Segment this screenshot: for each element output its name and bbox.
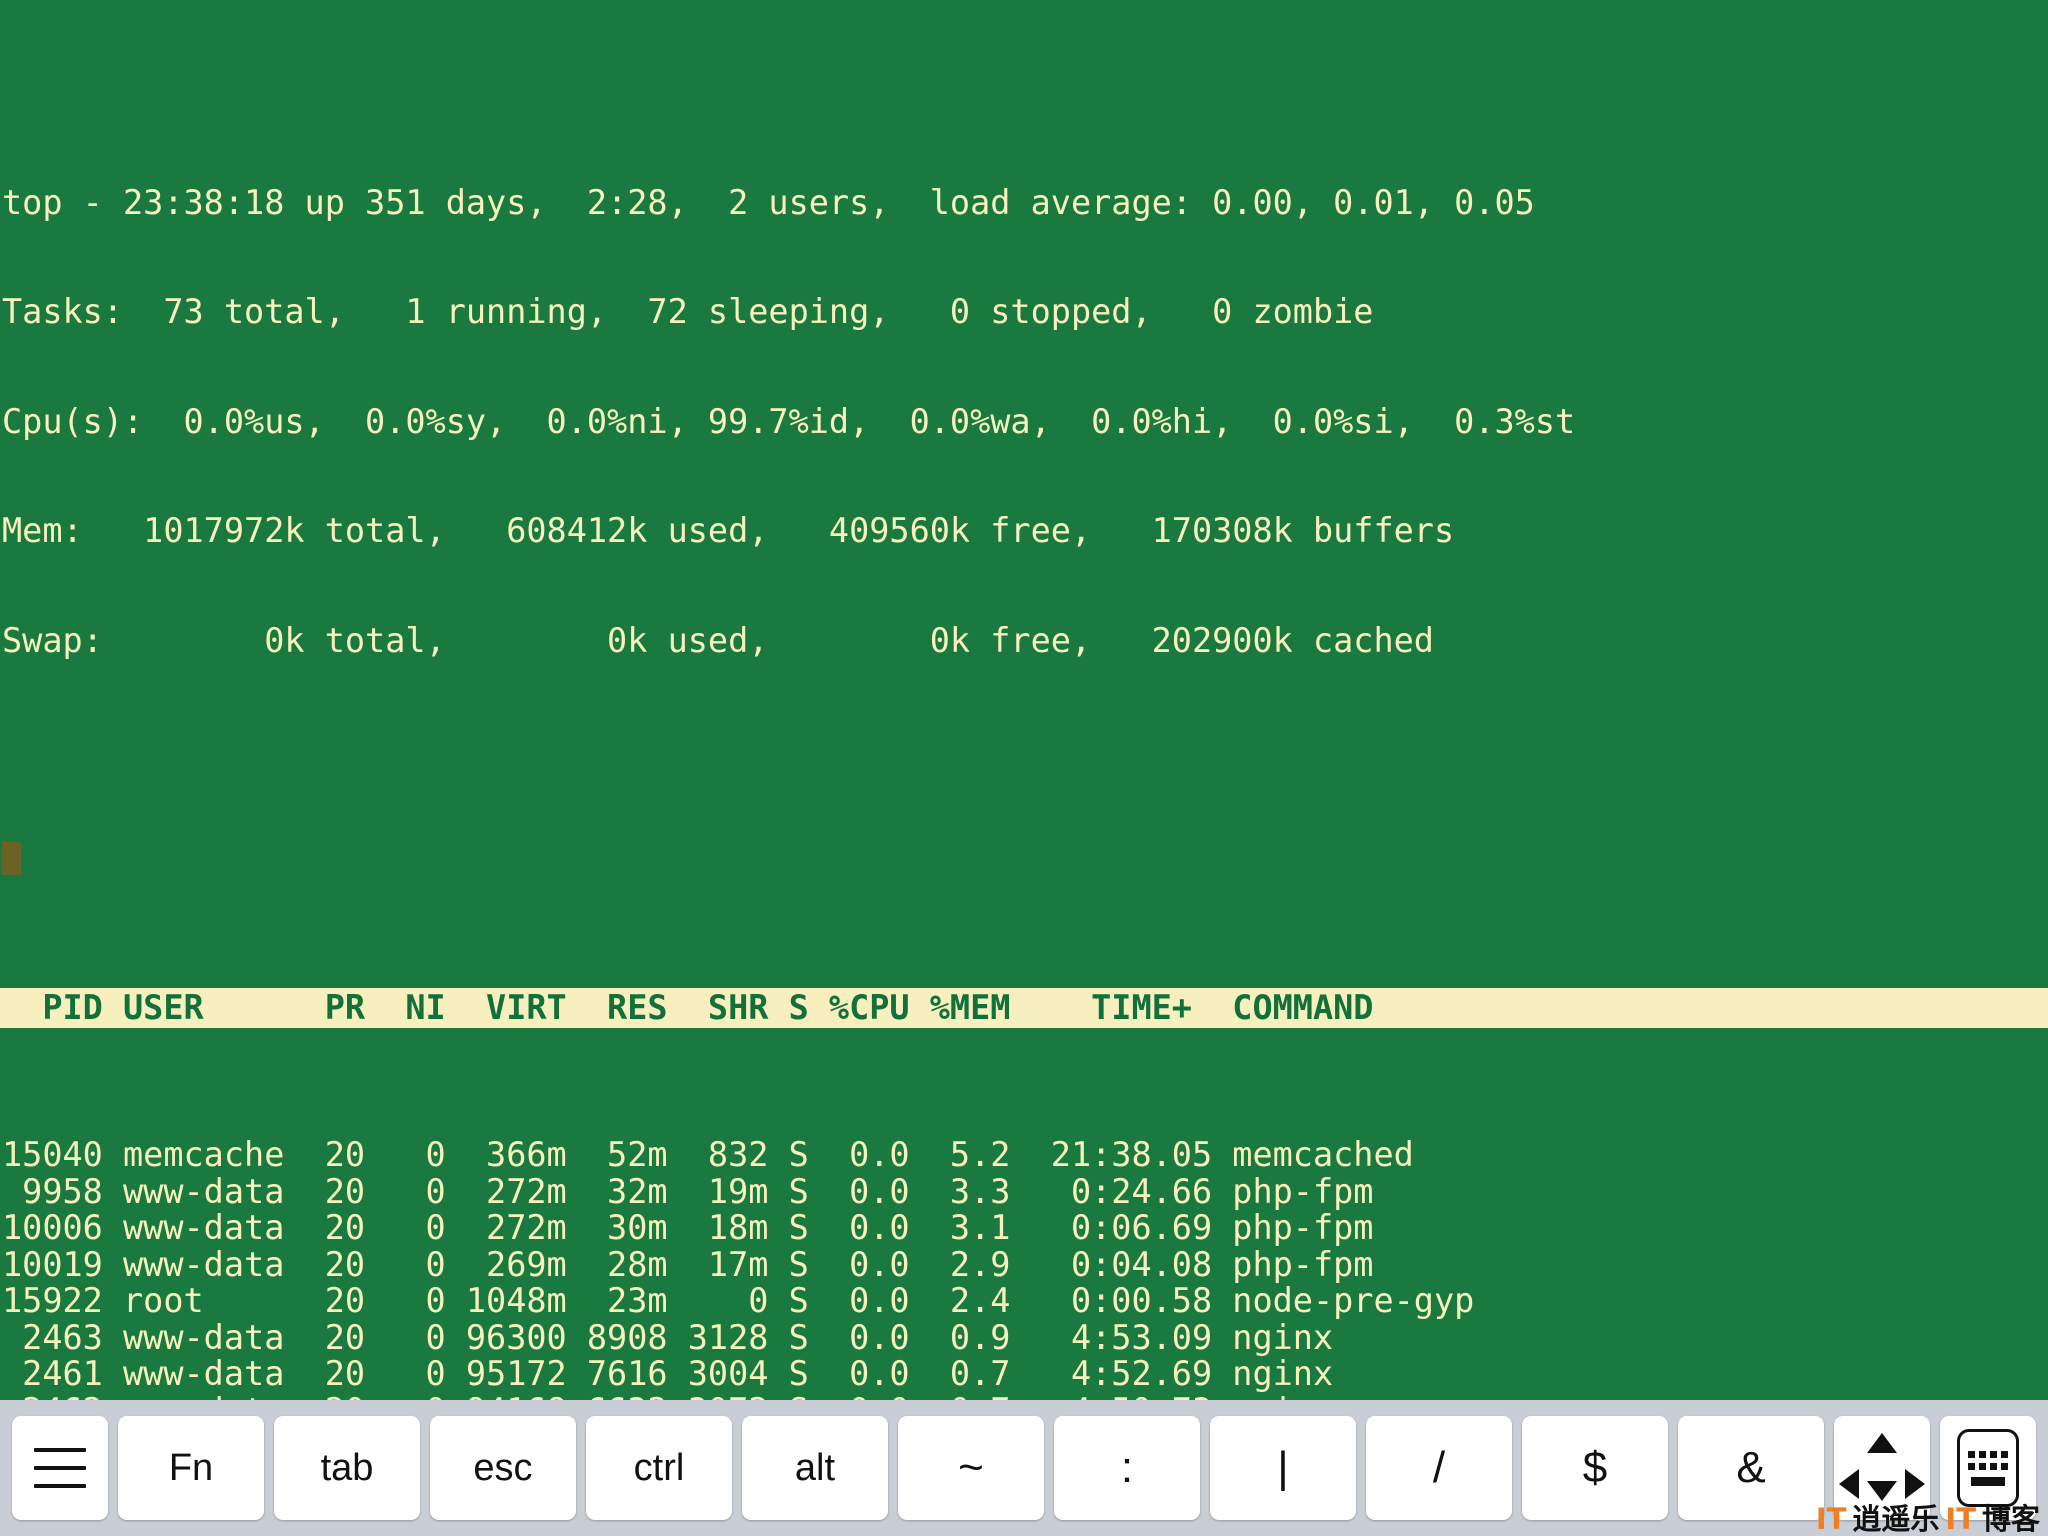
top-swap-line: Swap: 0k total, 0k used, 0k free, 202900… <box>2 620 1434 660</box>
tab-key[interactable]: tab <box>274 1416 420 1520</box>
colon-key-label: : <box>1120 1443 1134 1492</box>
tilde-key[interactable]: ~ <box>898 1416 1044 1520</box>
process-row[interactable]: 10019 www-data 20 0 269m 28m 17m S 0.0 2… <box>0 1246 2048 1284</box>
screen-root: top - 23:38:18 up 351 days, 2:28, 2 user… <box>0 0 2048 1536</box>
slash-key[interactable]: / <box>1366 1416 1512 1520</box>
hamburger-icon <box>34 1448 86 1488</box>
process-table-header[interactable]: PID USER PR NI VIRT RES SHR S %CPU %MEM … <box>0 987 2048 1028</box>
process-row[interactable]: 10006 www-data 20 0 272m 30m 18m S 0.0 3… <box>0 1209 2048 1247</box>
esc-key[interactable]: esc <box>430 1416 576 1520</box>
process-row[interactable]: 15922 root 20 0 1048m 23m 0 S 0.0 2.4 0:… <box>0 1282 2048 1320</box>
keyboard-icon <box>1957 1429 2019 1507</box>
arrow-left-icon[interactable] <box>1839 1469 1859 1499</box>
process-row[interactable]: 2461 www-data 20 0 95172 7616 3004 S 0.0… <box>0 1355 2048 1393</box>
menu-button[interactable] <box>12 1416 108 1520</box>
pipe-key-label: | <box>1277 1443 1289 1492</box>
accessory-keyboard-bar: Fn tab esc ctrl alt ~ : | / $ & IT 逍遥乐 I… <box>0 1400 2048 1536</box>
dollar-key[interactable]: $ <box>1522 1416 1668 1520</box>
process-row[interactable]: 15040 memcache 20 0 366m 52m 832 S 0.0 5… <box>0 1136 2048 1174</box>
terminal-cursor-line <box>0 841 2048 879</box>
arrow-right-icon[interactable] <box>1905 1469 1925 1499</box>
ctrl-key-label: ctrl <box>633 1446 685 1489</box>
toggle-keyboard-button[interactable] <box>1940 1416 2036 1520</box>
colon-key[interactable]: : <box>1054 1416 1200 1520</box>
tilde-key-label: ~ <box>958 1443 984 1492</box>
arrow-keys-button[interactable] <box>1834 1416 1930 1520</box>
top-summary-block: top - 23:38:18 up 351 days, 2:28, 2 user… <box>0 112 2048 733</box>
dollar-key-label: $ <box>1582 1443 1608 1492</box>
arrow-down-icon[interactable] <box>1867 1481 1897 1501</box>
alt-key[interactable]: alt <box>742 1416 888 1520</box>
slash-key-label: / <box>1432 1443 1446 1492</box>
ampersand-key[interactable]: & <box>1678 1416 1824 1520</box>
terminal-output[interactable]: top - 23:38:18 up 351 days, 2:28, 2 user… <box>0 0 2048 1400</box>
top-tasks-line: Tasks: 73 total, 1 running, 72 sleeping,… <box>2 292 1374 331</box>
process-row[interactable]: 2462 www-data 20 0 94168 6632 3072 S 0.0… <box>0 1392 2048 1400</box>
ampersand-key-label: & <box>1736 1443 1766 1492</box>
dpad-icon <box>1839 1431 1925 1505</box>
alt-key-label: alt <box>794 1446 836 1489</box>
esc-key-label: esc <box>473 1446 533 1489</box>
top-mem-line: Mem: 1017972k total, 608412k used, 40956… <box>2 511 1455 550</box>
fn-key[interactable]: Fn <box>118 1416 264 1520</box>
process-row[interactable]: 2463 www-data 20 0 96300 8908 3128 S 0.0… <box>0 1319 2048 1357</box>
process-table-body: 15040 memcache 20 0 366m 52m 832 S 0.0 5… <box>0 1136 2048 1400</box>
arrow-up-icon[interactable] <box>1867 1433 1897 1453</box>
top-uptime-line: top - 23:38:18 up 351 days, 2:28, 2 user… <box>2 182 1535 222</box>
fn-key-label: Fn <box>168 1446 214 1489</box>
tab-key-label: tab <box>320 1446 374 1489</box>
process-row[interactable]: 9958 www-data 20 0 272m 32m 19m S 0.0 3.… <box>0 1173 2048 1211</box>
text-cursor <box>2 841 21 875</box>
top-cpu-line: Cpu(s): 0.0%us, 0.0%sy, 0.0%ni, 99.7%id,… <box>2 401 1576 441</box>
ctrl-key[interactable]: ctrl <box>586 1416 732 1520</box>
pipe-key[interactable]: | <box>1210 1416 1356 1520</box>
